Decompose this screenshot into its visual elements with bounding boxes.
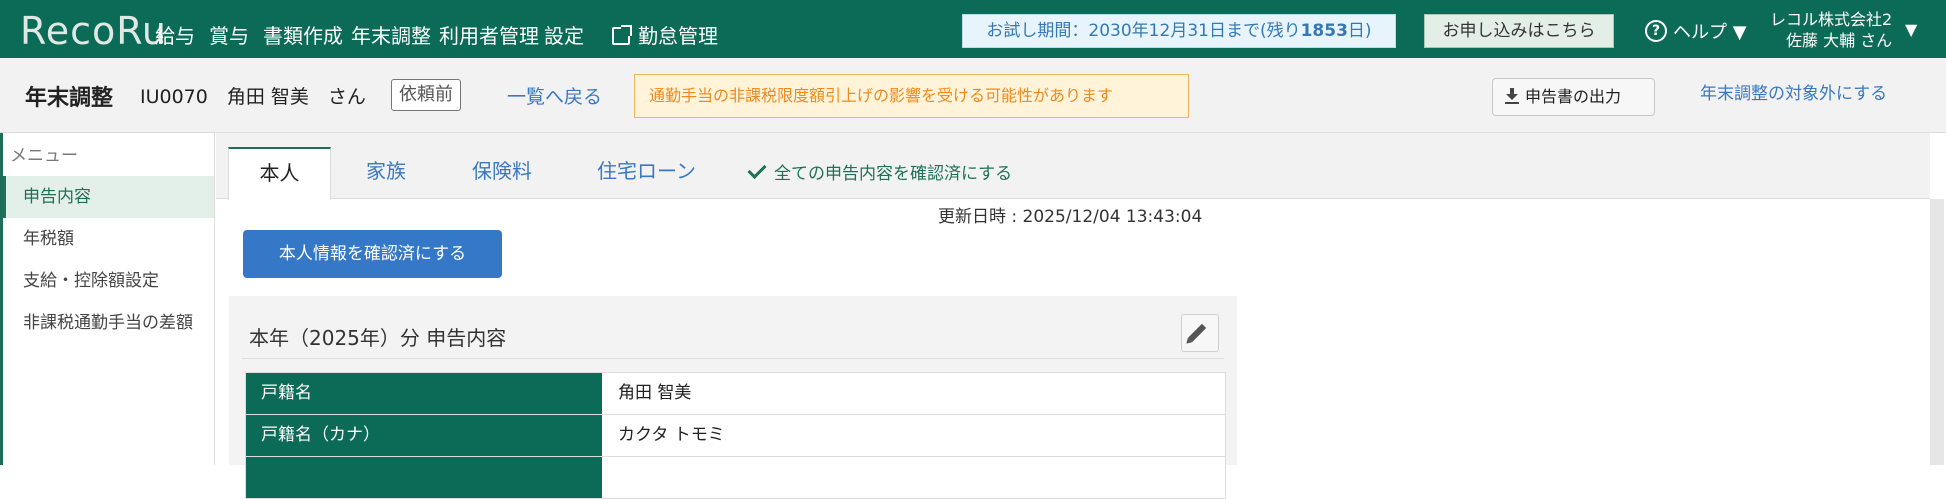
pencil-icon [1187,323,1207,343]
top-navigation: RecoRu 給与 賞与 書類作成 年末調整 利用者管理 設定 勤怠管理 お試し… [0,0,1946,66]
sidebar-menu: メニュー 申告内容 年税額 支給・控除額設定 非課税通勤手当の差額 [0,133,215,465]
company-name: レコル株式会社2 [1770,10,1893,29]
divider [242,358,1224,359]
card-title: 本年（2025年）分 申告内容 [249,326,507,350]
tab-insurance[interactable]: 保険料 [472,155,532,184]
warning-banner: 通勤手当の非課税限度額引上げの影響を受ける可能性があります [634,74,1189,118]
confirm-self-info-button[interactable]: 本人情報を確認済にする [243,230,502,278]
page-header: 年末調整 IU0070 角田 智美 さん 依頼前 一覧へ戻る 通勤手当の非課税限… [0,58,1946,133]
attendance-label: 勤怠管理 [638,24,718,48]
row-label [246,457,602,498]
row-value: 角田 智美 [618,383,692,403]
menu-heading: メニュー [10,146,78,166]
tab-family[interactable]: 家族 [366,155,406,184]
vertical-scrollbar[interactable] [1930,199,1944,465]
export-label: 申告書の出力 [1525,87,1622,106]
table-row: 戸籍名（カナ） カクタ トモミ [245,414,1226,457]
exclude-from-adjustment-link[interactable]: 年末調整の対象外にする [1700,79,1887,104]
external-link-icon [612,25,632,45]
nav-item-user-management[interactable]: 利用者管理 [439,20,539,49]
confirm-all-label: 全ての申告内容を確認済にする [774,164,1013,184]
help-label: ヘルプ ▼ [1673,22,1747,43]
tab-bar: 本人 家族 保険料 住宅ローン 全ての申告内容を確認済にする [216,133,1930,200]
updated-timestamp: 更新日時 : 2025/12/04 13:43:04 [938,207,1203,227]
nav-item-bonus[interactable]: 賞与 [209,20,249,49]
trial-text-prefix: お試し期間：2030年12月31日まで(残り [986,21,1301,41]
nav-item-salary[interactable]: 給与 [155,20,195,49]
trial-period-notice: お試し期間：2030年12月31日まで(残り1853日) [962,14,1396,48]
chevron-down-icon[interactable]: ▼ [1905,20,1917,39]
row-label: 戸籍名 [246,373,602,414]
trial-days-remaining: 1853 [1300,21,1348,41]
nav-item-attendance[interactable]: 勤怠管理 [612,20,718,49]
edit-button[interactable] [1181,314,1219,352]
tab-housing-loan[interactable]: 住宅ローン [597,155,696,184]
user-name: 佐藤 大輔 さん [1786,31,1893,50]
back-to-list-link[interactable]: 一覧へ戻る [507,82,602,109]
employee-info: IU0070 角田 智美 さん [140,86,366,108]
apply-button[interactable]: お申し込みはこちら [1424,14,1614,48]
row-label: 戸籍名（カナ） [246,415,602,456]
sidebar-item-declaration[interactable]: 申告内容 [3,176,214,218]
table-row: 戸籍名 角田 智美 [245,372,1226,415]
row-value: カクタ トモミ [618,425,725,445]
declaration-card: 本年（2025年）分 申告内容 戸籍名 角田 智美 戸籍名（カナ） カクタ トモ… [229,296,1237,499]
nav-item-settings[interactable]: 設定 [544,20,584,49]
table-row [245,456,1226,499]
page-title: 年末調整 [25,86,114,111]
sidebar-item-annual-tax[interactable]: 年税額 [3,218,214,260]
export-declaration-button[interactable]: 申告書の出力 [1492,78,1655,116]
question-icon: ? [1645,20,1667,42]
confirm-all-link[interactable]: 全ての申告内容を確認済にする [747,159,1013,184]
check-icon [747,159,767,180]
status-badge: 依頼前 [391,79,461,111]
tab-self[interactable]: 本人 [228,147,331,200]
sidebar-item-payment-deduction[interactable]: 支給・控除額設定 [3,260,214,302]
trial-text-suffix: 日) [1347,21,1372,41]
download-icon [1505,88,1519,104]
help-menu[interactable]: ? ヘルプ ▼ [1645,18,1747,44]
sidebar-item-commute-allowance-diff[interactable]: 非課税通勤手当の差額 [3,302,214,344]
recoru-logo[interactable]: RecoRu [20,9,167,53]
main-content: 本人 家族 保険料 住宅ローン 全ての申告内容を確認済にする 更新日時 : 20… [216,133,1946,499]
user-menu[interactable]: レコル株式会社2 佐藤 大輔 さん [1770,9,1892,51]
nav-item-documents[interactable]: 書類作成 [263,20,343,49]
nav-item-year-end-adjustment[interactable]: 年末調整 [345,20,437,66]
